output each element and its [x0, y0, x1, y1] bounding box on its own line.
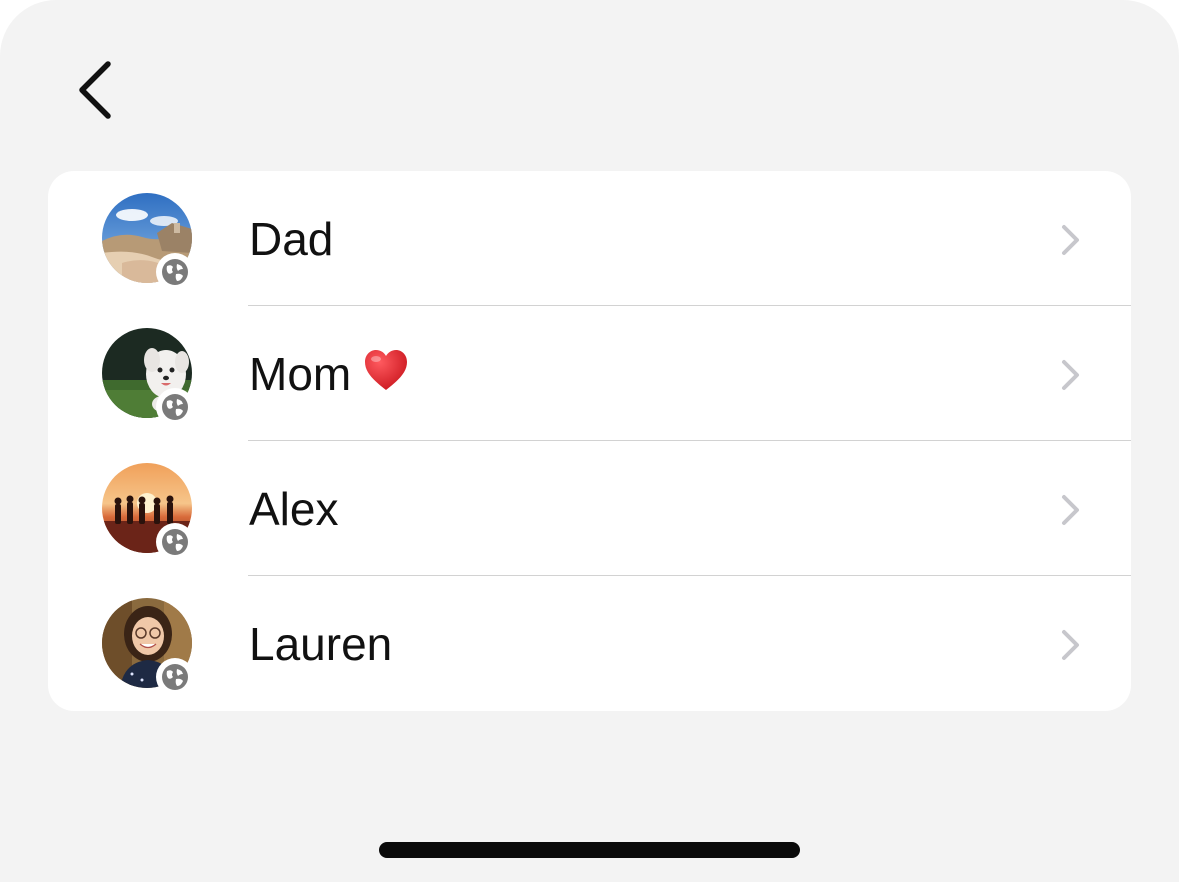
contact-row-lauren[interactable]: Lauren	[48, 576, 1131, 711]
globe-icon	[162, 529, 188, 555]
contact-name: Alex	[249, 483, 339, 535]
globe-badge	[156, 388, 194, 426]
chevron-right-icon	[1062, 630, 1079, 660]
screen: Dad Mom Alex Lauren	[0, 0, 1179, 882]
contacts-list: Dad Mom Alex Lauren	[48, 171, 1131, 711]
globe-icon	[162, 259, 188, 285]
home-indicator[interactable]	[379, 842, 800, 858]
contact-row-alex[interactable]: Alex	[48, 441, 1131, 576]
contact-row-mom[interactable]: Mom	[48, 306, 1131, 441]
chevron-right-icon	[1062, 360, 1079, 390]
globe-badge	[156, 523, 194, 561]
contact-name: Dad	[249, 213, 334, 265]
chevron-right-icon	[1062, 495, 1079, 525]
chevron-right-icon	[1062, 225, 1079, 255]
globe-icon	[162, 664, 188, 690]
contact-name: Mom	[249, 348, 409, 400]
heart-icon	[365, 350, 408, 390]
globe-icon	[162, 394, 188, 420]
globe-badge	[156, 658, 194, 696]
globe-badge	[156, 253, 194, 291]
chevron-left-icon	[79, 61, 111, 119]
contact-name: Lauren	[249, 618, 393, 670]
contact-row-dad[interactable]: Dad	[48, 171, 1131, 306]
back-button[interactable]	[60, 50, 132, 130]
